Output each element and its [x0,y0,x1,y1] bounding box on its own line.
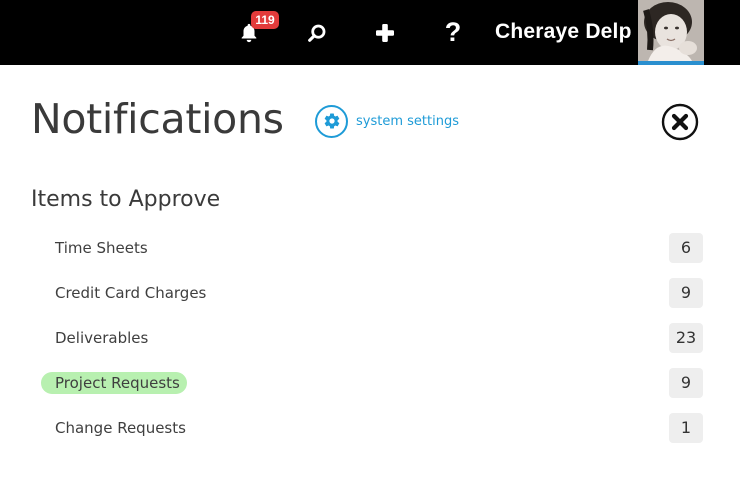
notifications-button[interactable] [233,0,265,65]
gear-icon [324,113,339,129]
plus-icon [376,23,394,42]
approval-item-label: Credit Card Charges [55,284,207,302]
approval-item-project-requests[interactable]: Project Requests 9 [0,360,740,405]
settings-icon-circle [315,104,348,138]
approval-item-time-sheets[interactable]: Time Sheets 6 [0,225,740,270]
approval-count-badge: 23 [669,323,703,353]
add-button[interactable] [370,0,400,65]
system-settings-label: system settings [356,113,459,129]
approval-item-label: Time Sheets [55,239,148,257]
approval-item-change-requests[interactable]: Change Requests 1 [0,405,740,450]
avatar-photo [638,0,704,61]
approval-count-badge: 1 [669,413,703,443]
top-navigation-bar: 119 ? Cheraye Delp [0,0,740,65]
approval-item-label: Deliverables [55,329,149,347]
user-name[interactable]: Cheraye Delp [495,0,632,65]
search-button[interactable] [302,0,332,65]
approval-count-badge: 9 [669,368,703,398]
search-icon [308,24,326,42]
approval-item-credit-card-charges[interactable]: Credit Card Charges 9 [0,270,740,315]
system-settings-link[interactable]: system settings [315,102,459,140]
approval-count-badge: 9 [669,278,703,308]
close-button[interactable] [661,103,699,141]
approval-item-label: Project Requests [55,374,180,392]
approval-item-label: Change Requests [55,419,186,437]
page-title: Notifications [31,95,284,143]
approval-count-badge: 6 [669,233,703,263]
items-to-approve-heading: Items to Approve [31,187,221,212]
help-button[interactable]: ? [438,0,468,65]
approval-item-deliverables[interactable]: Deliverables 23 [0,315,740,360]
close-icon [661,103,699,141]
avatar[interactable] [638,0,704,65]
help-icon: ? [444,17,462,47]
approval-list: Time Sheets 6 Credit Card Charges 9 Deli… [0,225,740,450]
notification-count-badge: 119 [251,11,279,29]
